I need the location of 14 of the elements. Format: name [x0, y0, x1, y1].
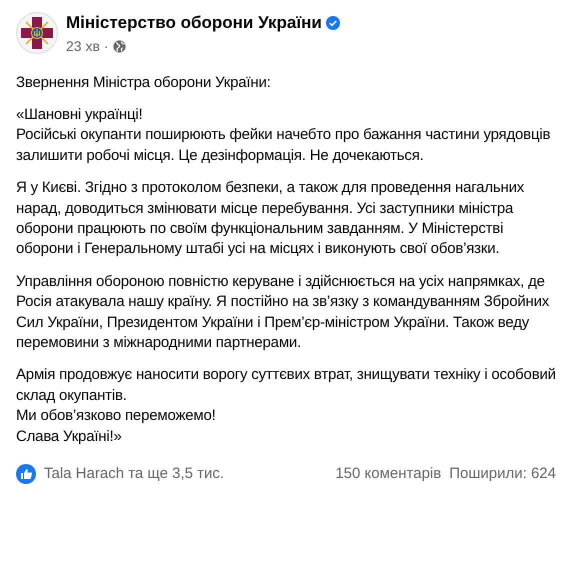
like-icon[interactable]: [16, 464, 36, 484]
separator-dot: ·: [104, 36, 109, 56]
page-name-link[interactable]: Міністерство оборони України: [66, 10, 322, 36]
post-paragraph: Звернення Міністра оборони України:: [16, 72, 272, 92]
comments-link[interactable]: 150 коментарів: [335, 463, 442, 486]
globe-icon[interactable]: [112, 40, 126, 52]
emblem-icon[interactable]: [16, 12, 58, 54]
post-paragraph: Управління обороною повністю керуване і здійснюється на усіх напрямках, де Росія атакувала нашу країну. Я постійно на зв’язку з командуванням Збройних Сил України, Президентом України і Прем’єр-міністром України. Також веду перемовини з міжнародними партнерами.: [16, 272, 550, 353]
post-time-link[interactable]: 23 хв: [66, 36, 100, 56]
shares-link[interactable]: Поширили: 624: [449, 463, 556, 486]
post-paragraph: Армія продовжує наносити ворогу суттєвих втрат, знищувати техніку і особовий склад окупантів. Ми обов’язково переможемо! Слава Україні!»: [16, 365, 556, 447]
reactions-link[interactable]: Tala Harach та ще 3,5 тис.: [44, 463, 224, 486]
post-paragraph: Я у Києві. Згідно з протоколом безпеки, а також для проведення нагальних нарад, доводиться змінювати місце перебування. Усі заступники міністра оборони працюють по своїм функціональним завданням. У Міністерстві оборони і Генеральному штабі усі на місцях і виконують свої обов’язки.: [16, 178, 526, 260]
post-paragraph: «Шановні українці! Російські окупанти поширюють фейки начебто про бажання частини урядовців залишити робочі місця. Це дезінформація. Не дочекаються.: [16, 104, 552, 166]
